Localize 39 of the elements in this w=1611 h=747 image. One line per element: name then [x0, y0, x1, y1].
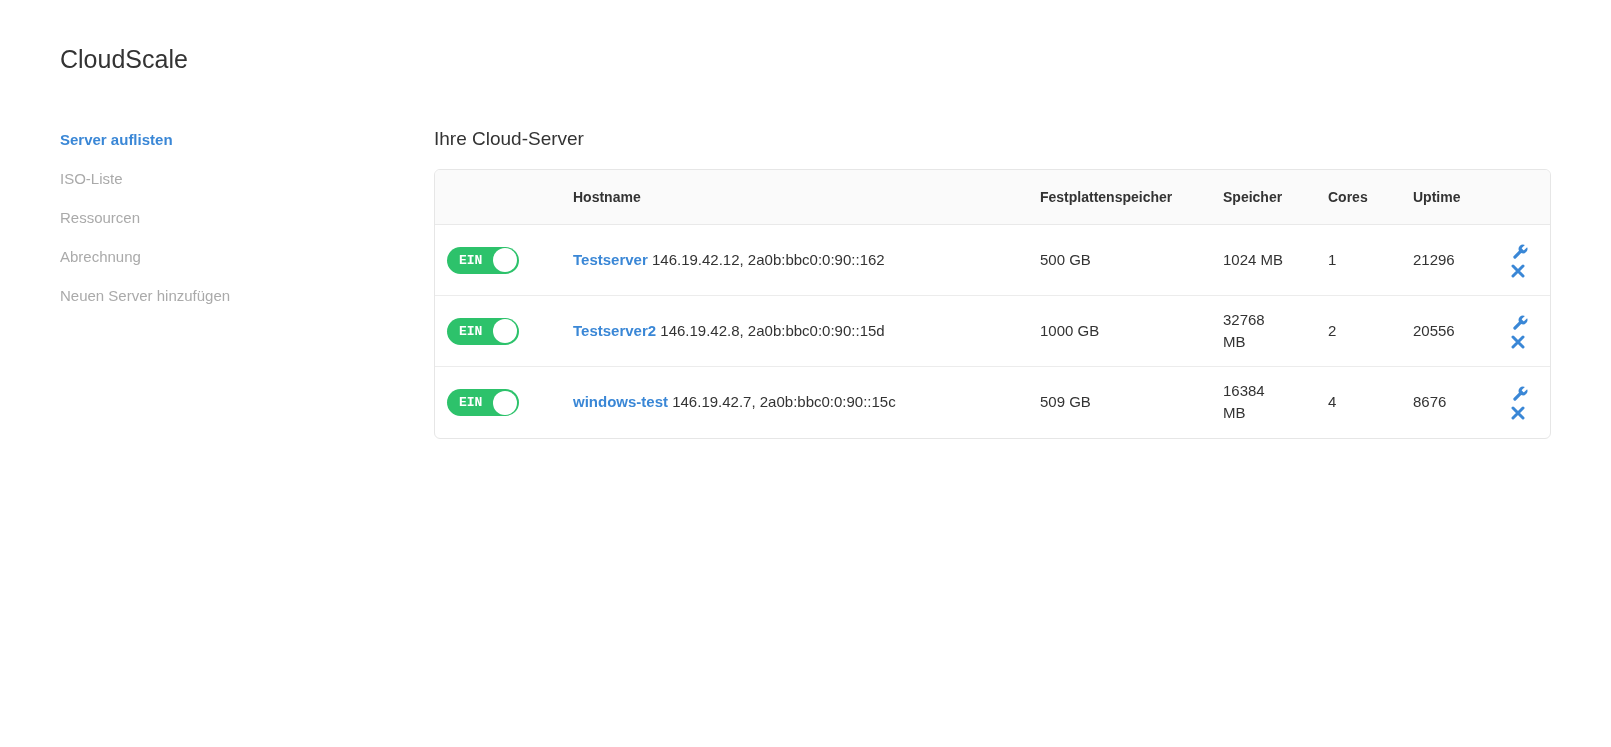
sidebar-link[interactable]: ISO-Liste	[60, 169, 434, 189]
sidebar-link[interactable]: Abrechnung	[60, 247, 434, 267]
hostname-link[interactable]: Testserver	[573, 251, 648, 269]
ip-addresses: 146.19.42.12, 2a0b:bbc0:0:90::162	[651, 251, 885, 269]
column-header: Uptime	[1401, 169, 1499, 225]
table-cell: 509 GB	[1040, 393, 1091, 411]
table-cell: 20556	[1413, 322, 1455, 340]
close-icon[interactable]	[1511, 406, 1525, 421]
table-cell: 2	[1328, 322, 1337, 340]
power-toggle[interactable]: EIN	[447, 246, 519, 274]
column-header: Cores	[1316, 169, 1401, 225]
close-icon[interactable]	[1511, 263, 1525, 278]
power-toggle[interactable]: EIN	[447, 389, 519, 417]
table-cell-text: 16384 MB	[1223, 381, 1266, 424]
table-cell: 4	[1328, 393, 1337, 411]
column-header: Speicher	[1211, 169, 1316, 225]
section-heading: Ihre Cloud-Server	[434, 128, 585, 151]
table-cell-text: 1024 MB	[1223, 250, 1284, 271]
power-toggle[interactable]: EIN	[447, 317, 519, 345]
settings-icon[interactable]	[1511, 242, 1529, 261]
close-icon[interactable]	[1511, 334, 1525, 349]
table-cell: 500 GB	[1040, 251, 1091, 269]
table-cell: 1	[1328, 251, 1337, 269]
settings-icon[interactable]	[1511, 385, 1529, 404]
hostname-link[interactable]: windows-test	[573, 393, 668, 411]
sidebar-link[interactable]: Neuen Server hinzufügen	[60, 286, 434, 306]
ip-addresses: 146.19.42.8, 2a0b:bbc0:0:90::15d	[660, 322, 885, 340]
settings-icon[interactable]	[1511, 313, 1529, 332]
table-cell: 21296	[1413, 251, 1455, 269]
ip-addresses: 146.19.42.7, 2a0b:bbc0:0:90::15c	[672, 393, 896, 411]
table-cell: 8676	[1413, 393, 1447, 411]
column-header: Hostname	[561, 169, 1028, 225]
table-cell: 1000 GB	[1040, 322, 1100, 340]
sidebar-link[interactable]: Server auflisten	[60, 130, 434, 150]
hostname-link[interactable]: Testserver2	[573, 322, 657, 340]
brand-title: CloudScale	[60, 44, 189, 74]
table-cell-text: 32768 MB	[1223, 310, 1266, 353]
sidebar-link[interactable]: Ressourcen	[60, 208, 434, 228]
column-header: Festplattenspeicher	[1028, 169, 1211, 225]
